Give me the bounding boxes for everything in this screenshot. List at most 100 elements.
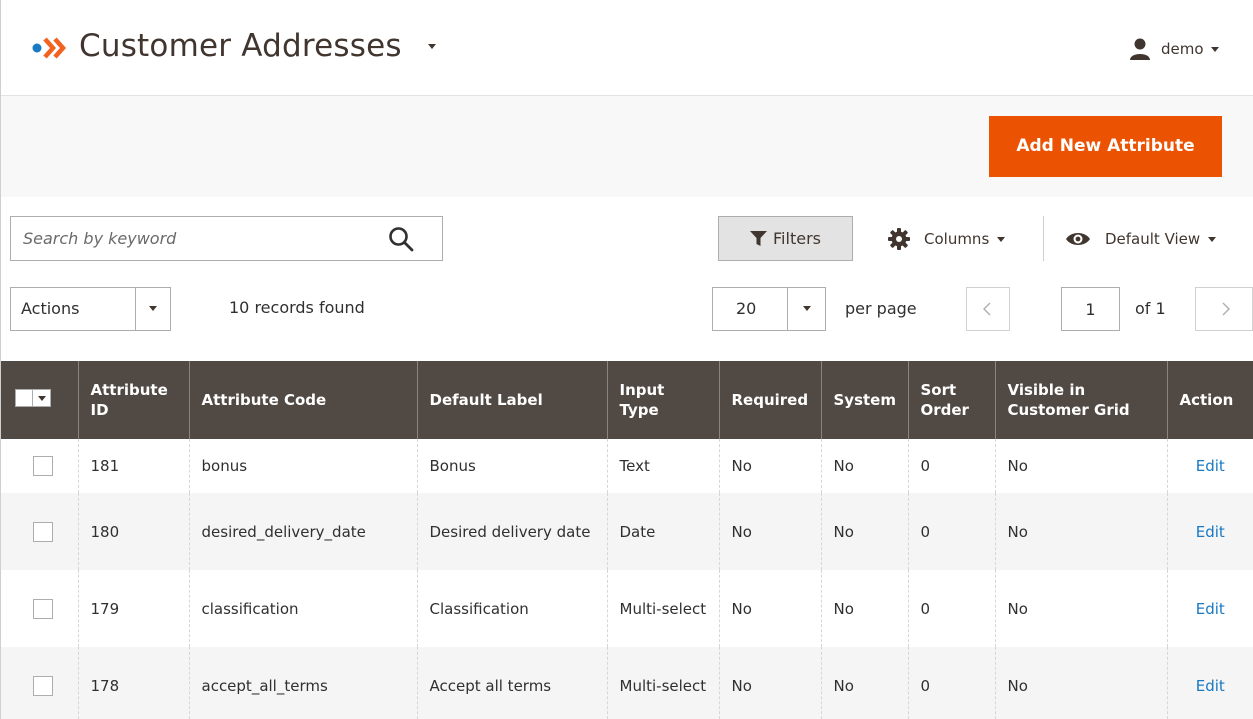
cell-sort-order: 0 bbox=[907, 647, 995, 719]
attributes-grid: Attribute ID Attribute Code Default Labe… bbox=[1, 361, 1253, 719]
chevron-down-icon bbox=[803, 306, 811, 311]
mass-actions-select[interactable]: Actions bbox=[10, 287, 171, 331]
row-select-cell bbox=[1, 493, 78, 570]
records-count: 10 records found bbox=[229, 298, 365, 317]
edit-link[interactable]: Edit bbox=[1196, 523, 1225, 541]
next-page-button[interactable] bbox=[1195, 287, 1253, 331]
cell-system: No bbox=[820, 647, 908, 719]
cell-attribute-id: 178 bbox=[77, 647, 189, 719]
cell-visible: No bbox=[994, 439, 1167, 493]
cell-input-type: Date bbox=[606, 493, 719, 570]
column-header-sort-order[interactable]: Sort Order bbox=[907, 361, 995, 439]
table-row[interactable]: 178 accept_all_terms Accept all terms Mu… bbox=[1, 647, 1253, 719]
chevron-left-icon bbox=[983, 302, 991, 316]
row-checkbox[interactable] bbox=[33, 675, 53, 696]
row-select-cell bbox=[1, 647, 78, 719]
column-header-action: Action bbox=[1166, 361, 1253, 439]
column-header-visible-in-grid[interactable]: Visible in Customer Grid bbox=[994, 361, 1167, 439]
cell-default-label: Bonus bbox=[416, 439, 607, 493]
cell-attribute-code: classification bbox=[188, 570, 417, 647]
per-page-value: 20 bbox=[736, 299, 757, 318]
table-row[interactable]: 181 bonus Bonus Text No No 0 No Edit bbox=[1, 439, 1253, 493]
user-icon bbox=[1130, 38, 1150, 60]
cell-system: No bbox=[820, 570, 908, 647]
per-page-arrow bbox=[787, 288, 825, 330]
cell-action: Edit bbox=[1166, 439, 1253, 493]
edit-link[interactable]: Edit bbox=[1196, 677, 1225, 695]
filter-icon bbox=[750, 230, 768, 246]
mass-select-arrow[interactable] bbox=[33, 388, 51, 407]
cell-attribute-id: 179 bbox=[77, 570, 189, 647]
view-dropdown[interactable]: Default View bbox=[1065, 222, 1217, 256]
select-all-box[interactable] bbox=[15, 388, 33, 407]
filters-button[interactable]: Filters bbox=[718, 216, 853, 261]
cell-system: No bbox=[820, 493, 908, 570]
add-new-attribute-button[interactable]: Add New Attribute bbox=[989, 116, 1222, 177]
row-checkbox[interactable] bbox=[33, 598, 53, 619]
column-header-attribute-id[interactable]: Attribute ID bbox=[77, 361, 189, 439]
chevron-down-icon bbox=[149, 306, 157, 311]
per-page-label: per page bbox=[845, 299, 917, 318]
cell-visible: No bbox=[994, 647, 1167, 719]
edit-link[interactable]: Edit bbox=[1196, 457, 1225, 475]
cell-attribute-code: bonus bbox=[188, 439, 417, 493]
cell-input-type: Multi-select bbox=[606, 570, 719, 647]
current-page-input[interactable] bbox=[1061, 287, 1120, 331]
mass-select-checkbox[interactable] bbox=[15, 388, 51, 407]
cell-required: No bbox=[718, 647, 821, 719]
cell-required: No bbox=[718, 439, 821, 493]
cell-default-label: Accept all terms bbox=[416, 647, 607, 719]
per-page-select[interactable]: 20 bbox=[712, 287, 826, 331]
cell-attribute-code: desired_delivery_date bbox=[188, 493, 417, 570]
cell-sort-order: 0 bbox=[907, 439, 995, 493]
cell-input-type: Text bbox=[606, 439, 719, 493]
table-row[interactable]: 180 desired_delivery_date Desired delive… bbox=[1, 493, 1253, 570]
user-name: demo bbox=[1161, 40, 1204, 58]
user-menu[interactable]: demo bbox=[1129, 36, 1219, 62]
table-row[interactable]: 179 classification Classification Multi-… bbox=[1, 570, 1253, 647]
page-actions-bar: Add New Attribute bbox=[1, 95, 1253, 197]
gear-icon bbox=[888, 228, 910, 250]
page-title[interactable]: Customer Addresses bbox=[79, 24, 402, 68]
chevron-down-icon bbox=[38, 395, 46, 401]
row-checkbox[interactable] bbox=[33, 456, 53, 476]
column-header-input-type[interactable]: Input Type bbox=[606, 361, 719, 439]
toolbar-divider bbox=[1043, 216, 1044, 261]
cell-required: No bbox=[718, 493, 821, 570]
magento-logo-icon bbox=[32, 37, 67, 59]
actions-arrow bbox=[135, 288, 170, 330]
filters-label: Filters bbox=[773, 229, 821, 248]
total-pages-label: of 1 bbox=[1135, 299, 1166, 318]
cell-system: No bbox=[820, 439, 908, 493]
cell-sort-order: 0 bbox=[907, 570, 995, 647]
chevron-down-icon bbox=[1208, 236, 1217, 242]
cell-action: Edit bbox=[1166, 647, 1253, 719]
cell-input-type: Multi-select bbox=[606, 647, 719, 719]
row-select-cell bbox=[1, 439, 78, 493]
cell-sort-order: 0 bbox=[907, 493, 995, 570]
mass-select-header[interactable] bbox=[1, 361, 78, 439]
column-header-default-label[interactable]: Default Label bbox=[416, 361, 607, 439]
cell-visible: No bbox=[994, 570, 1167, 647]
actions-label: Actions bbox=[21, 299, 80, 318]
cell-default-label: Desired delivery date bbox=[416, 493, 607, 570]
title-dropdown-caret-icon[interactable] bbox=[428, 44, 436, 49]
cell-attribute-code: accept_all_terms bbox=[188, 647, 417, 719]
search-icon[interactable] bbox=[387, 225, 415, 253]
row-select-cell bbox=[1, 570, 78, 647]
column-header-required[interactable]: Required bbox=[718, 361, 821, 439]
previous-page-button[interactable] bbox=[966, 287, 1010, 331]
columns-dropdown[interactable]: Columns bbox=[888, 222, 1006, 256]
row-checkbox[interactable] bbox=[33, 521, 53, 542]
grid-header-row: Attribute ID Attribute Code Default Labe… bbox=[1, 361, 1253, 439]
column-header-attribute-code[interactable]: Attribute Code bbox=[188, 361, 417, 439]
search-box bbox=[10, 216, 443, 261]
edit-link[interactable]: Edit bbox=[1196, 600, 1225, 618]
cell-action: Edit bbox=[1166, 493, 1253, 570]
column-header-system[interactable]: System bbox=[820, 361, 908, 439]
chevron-right-icon bbox=[1222, 302, 1230, 316]
cell-required: No bbox=[718, 570, 821, 647]
chevron-down-icon bbox=[997, 236, 1006, 242]
page-header: Customer Addresses demo bbox=[1, 0, 1253, 95]
search-input[interactable] bbox=[11, 217, 381, 260]
